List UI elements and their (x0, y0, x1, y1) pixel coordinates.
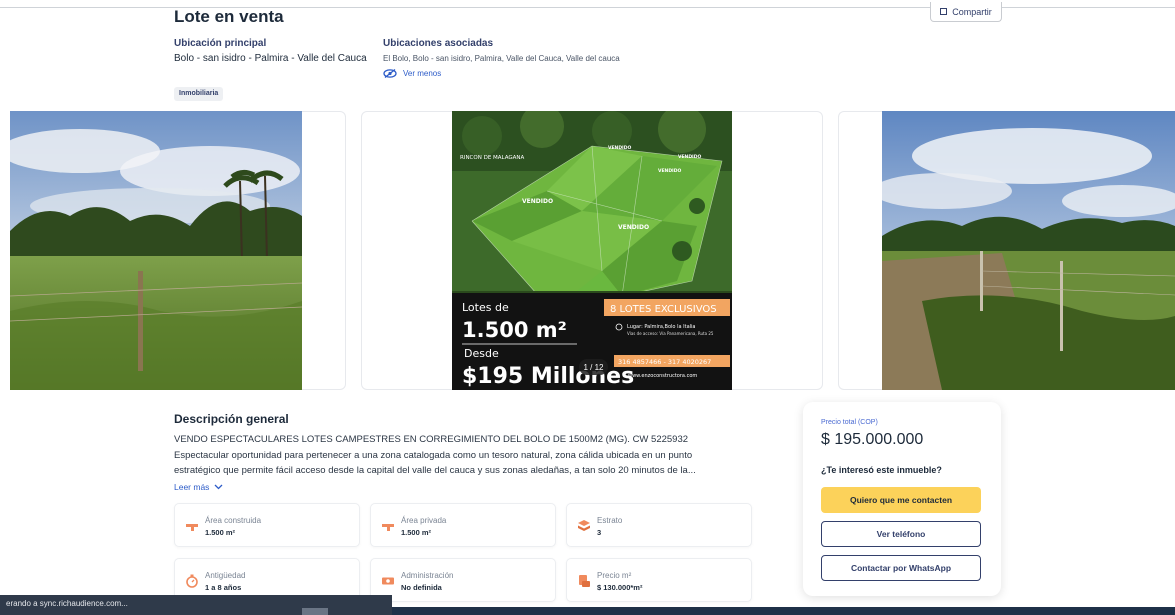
layers-icon (578, 520, 590, 531)
share-icon (940, 8, 948, 15)
gallery-photo-right[interactable] (882, 111, 1175, 390)
view-phone-button[interactable]: Ver teléfono (821, 521, 981, 547)
description-line-2: Espectacular oportunidad para pertenecer… (174, 450, 693, 461)
svg-text:VENDIDO: VENDIDO (618, 224, 649, 231)
interest-question: ¿Te interesó este inmueble? (821, 465, 942, 475)
description-line-1: VENDO ESPECTACULARES LOTES CAMPESTRES EN… (174, 434, 689, 445)
associated-locations-label: Ubicaciones asociadas (383, 38, 494, 49)
gallery-card-right (838, 111, 882, 390)
feature-administration: Administración No definida (370, 558, 556, 602)
price-card: Precio total (COP) $ 195.000.000 ¿Te int… (803, 402, 1001, 596)
poster-web: www.enzoconstructora.com (628, 373, 697, 379)
page-title: Lote en venta (174, 7, 284, 26)
browser-status-bar: erando a sync.richaudience.com... (0, 595, 392, 615)
money-icon (382, 577, 394, 585)
feature-private-area: Área privada 1.500 m² (370, 503, 556, 547)
feature-built-area: Área construida 1.500 m² (174, 503, 360, 547)
associated-locations-value: El Bolo, Bolo - san isidro, Palmira, Val… (383, 54, 620, 63)
poster-access-line: Vías de acceso: Vía Panamericana, Ruta 2… (627, 331, 714, 336)
poster-from-label: Desde (464, 347, 499, 360)
ruler-icon (382, 524, 394, 531)
chevron-down-icon (214, 484, 223, 490)
main-location: Ubicación principal Bolo - san isidro - … (174, 38, 367, 64)
feature-value: 1.500 m² (205, 528, 236, 537)
poster-phone: 316 4857466 - 317 4020267 (618, 358, 711, 366)
poster-sold-1: VENDIDO (608, 145, 631, 151)
gallery-counter: 1 / 12 (579, 359, 608, 375)
taskbar-app-icon[interactable] (302, 608, 328, 615)
see-less-toggle[interactable]: Ver menos (383, 69, 441, 78)
associated-locations: Ubicaciones asociadas El Bolo, Bolo - sa… (383, 38, 620, 63)
feature-value: 3 (597, 528, 602, 537)
os-taskbar (392, 607, 1175, 615)
contact-me-button[interactable]: Quiero que me contacten (821, 487, 981, 513)
category-badge: Inmobiliaria (174, 87, 224, 101)
feature-label: Área privada (401, 516, 447, 525)
poster-sold-2: VENDIDO (678, 154, 701, 160)
feature-stratum: Estrato 3 (566, 503, 752, 547)
feature-value: $ 130.000*m² (597, 583, 643, 592)
feature-value: 1 a 8 años (205, 583, 242, 592)
read-more-label: Leer más (174, 482, 210, 492)
gallery-card-left (302, 111, 346, 390)
feature-label: Estrato (597, 516, 623, 525)
poster-sold-3: VENDIDO (658, 168, 681, 174)
poster-sold-4: VENDIDO (522, 198, 553, 205)
feature-value: 1.500 m² (401, 528, 432, 537)
feature-label: Área construida (205, 516, 262, 525)
share-button[interactable]: Compartir (930, 2, 1002, 22)
poster-price: $195 Millones (462, 364, 634, 389)
poster-place-line: Lugar: Palmira,Bolo la Italia (627, 324, 695, 330)
see-less-label: Ver menos (403, 69, 442, 78)
price-value: $ 195.000.000 (821, 431, 924, 448)
main-location-value: Bolo - san isidro - Palmira - Valle del … (174, 53, 367, 64)
poster-area: 1.500 m² (462, 318, 567, 342)
poster-place: RINCON DE MALAGANA (460, 155, 525, 161)
poster-exclusive: 8 LOTES EXCLUSIVOS (610, 304, 717, 315)
hourglass-icon (186, 574, 198, 588)
eye-off-icon (383, 69, 397, 78)
description-line-3: estratégico que permite fácil acceso des… (174, 465, 696, 476)
read-more-link[interactable]: Leer más (174, 482, 223, 492)
main-location-label: Ubicación principal (174, 38, 267, 49)
description-title: Descripción general (174, 412, 289, 426)
feature-value: No definida (401, 583, 442, 592)
gallery-photo-left[interactable] (10, 111, 302, 390)
whatsapp-button[interactable]: Contactar por WhatsApp (821, 555, 981, 581)
price-tag-icon (579, 575, 590, 587)
feature-price-m2: Precio m² $ 130.000*m² (566, 558, 752, 602)
share-label: Compartir (952, 6, 992, 17)
ruler-icon (186, 524, 198, 531)
price-label: Precio total (COP) (821, 419, 878, 426)
feature-label: Administración (401, 571, 454, 580)
gallery-photo-center[interactable]: RINCON DE MALAGANA VENDIDO VENDIDO VENDI… (452, 111, 732, 390)
feature-label: Antigüedad (205, 571, 246, 580)
feature-label: Precio m² (597, 571, 632, 580)
poster-lots-label: Lotes de (462, 301, 509, 314)
